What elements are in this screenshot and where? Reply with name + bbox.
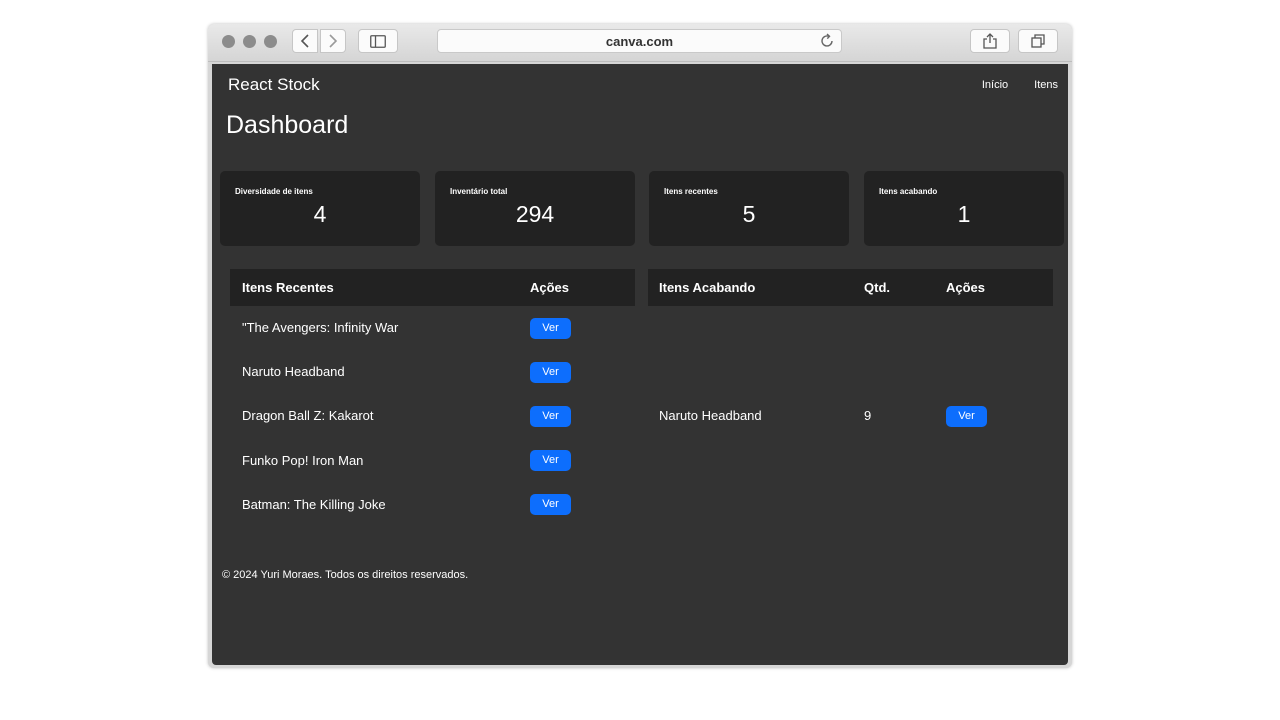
column-header-actions: Ações	[530, 280, 570, 295]
stat-label: Itens recentes	[664, 187, 718, 196]
share-button[interactable]	[970, 29, 1010, 53]
stat-value: 294	[515, 201, 555, 227]
stat-card-diversity: Diversidade de itens 4	[220, 171, 420, 246]
stat-label: Inventário total	[450, 187, 508, 196]
low-stock-table-header: Itens Acabando Qtd. Ações	[648, 269, 1053, 306]
app-page: React Stock Início Itens Dashboard Diver…	[212, 64, 1068, 665]
reload-icon[interactable]	[819, 33, 835, 49]
stat-card-low-stock: Itens acabando 1	[864, 171, 1064, 246]
view-item-button[interactable]: Ver	[530, 450, 571, 471]
column-header-actions: Ações	[946, 280, 986, 295]
sidebar-icon	[370, 34, 386, 48]
footer-copyright: © 2024 Yuri Moraes. Todos os direitos re…	[222, 569, 469, 581]
browser-toolbar: canva.com	[208, 24, 1072, 62]
sidebar-toggle-button[interactable]	[358, 29, 398, 53]
stat-label: Itens acabando	[879, 187, 938, 196]
back-button[interactable]	[292, 29, 318, 53]
minimize-window-dot[interactable]	[243, 35, 256, 48]
tabs-button[interactable]	[1018, 29, 1058, 53]
tabs-icon	[1031, 34, 1045, 48]
page-title: Dashboard	[226, 111, 349, 139]
forward-icon	[329, 34, 338, 48]
back-icon	[300, 34, 309, 48]
stat-label: Diversidade de itens	[235, 187, 313, 196]
recent-item-name: Dragon Ball Z: Kakarot	[242, 408, 374, 423]
column-header-recent-items: Itens Recentes	[242, 280, 334, 295]
view-item-button[interactable]: Ver	[530, 494, 571, 515]
address-bar[interactable]: canva.com	[437, 29, 842, 53]
column-header-quantity: Qtd.	[864, 280, 890, 295]
stat-value: 5	[742, 201, 756, 227]
recent-item-name: Naruto Headband	[242, 364, 345, 379]
brand-logo[interactable]: React Stock	[228, 75, 320, 95]
view-item-button[interactable]: Ver	[530, 406, 571, 427]
forward-button[interactable]	[320, 29, 346, 53]
view-item-button[interactable]: Ver	[530, 318, 571, 339]
nav-link-inicio[interactable]: Início	[982, 79, 1008, 91]
close-window-dot[interactable]	[222, 35, 235, 48]
recent-item-name: Batman: The Killing Joke	[242, 497, 386, 512]
top-navigation: Início Itens	[982, 79, 1058, 91]
view-item-button[interactable]: Ver	[946, 406, 987, 427]
low-stock-item-quantity: 9	[864, 408, 872, 423]
recent-items-table-header: Itens Recentes Ações	[230, 269, 635, 306]
stat-value: 1	[957, 201, 971, 227]
stat-value: 4	[313, 201, 327, 227]
stat-card-total-inventory: Inventário total 294	[435, 171, 635, 246]
recent-item-name: Funko Pop! Iron Man	[242, 453, 364, 468]
recent-item-name: "The Avengers: Infinity War	[242, 320, 399, 335]
browser-window: canva.com React Stock Início Itens Dashb…	[208, 24, 1072, 668]
column-header-low-stock: Itens Acabando	[659, 280, 756, 295]
zoom-window-dot[interactable]	[264, 35, 277, 48]
view-item-button[interactable]: Ver	[530, 362, 571, 383]
share-icon	[983, 33, 997, 49]
url-text: canva.com	[605, 34, 674, 49]
nav-link-itens[interactable]: Itens	[1034, 79, 1058, 91]
low-stock-item-name: Naruto Headband	[659, 408, 762, 423]
stat-card-recent-items: Itens recentes 5	[649, 171, 849, 246]
